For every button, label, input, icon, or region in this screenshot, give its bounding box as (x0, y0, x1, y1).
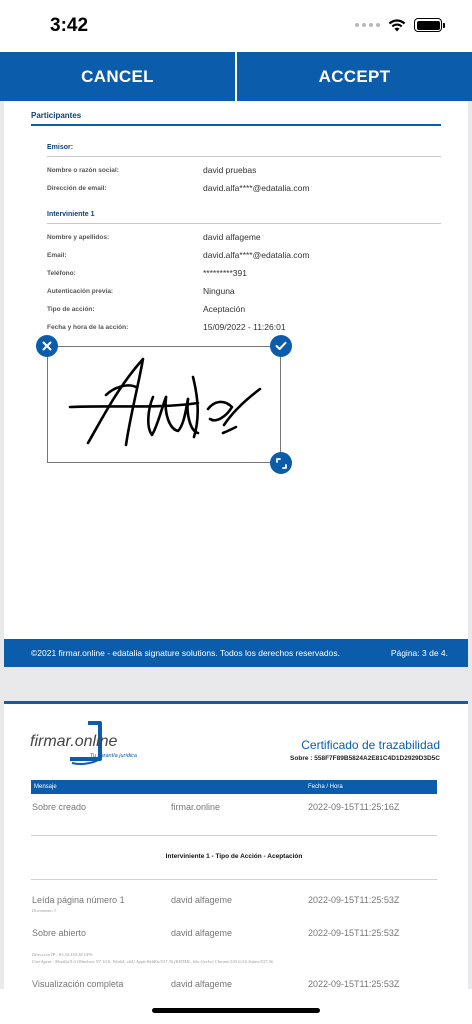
resize-signature-handle[interactable] (270, 452, 292, 474)
event-note: Documento 1 (32, 908, 57, 913)
field-value: david.alfa****@edatalia.com (203, 183, 310, 193)
participants-heading: Participantes (31, 111, 441, 126)
interviniente-auth-row: Autenticación previa: Ninguna (47, 286, 441, 296)
copyright-text: ©2021 firmar.online - edatalia signature… (31, 648, 340, 658)
field-label: Dirección de email: (47, 184, 107, 192)
signature-box[interactable] (47, 346, 281, 463)
document-page-3: Participantes Emisor: Nombre o razón soc… (4, 101, 468, 667)
signature-drawing (68, 357, 262, 447)
field-label: Email: (47, 251, 67, 259)
logo-tagline: Tu garantía jurídica (90, 753, 137, 759)
close-icon (42, 341, 52, 351)
column-header-message: Mensaje (34, 784, 57, 790)
event-message: Leída página número 1 (32, 895, 125, 905)
event-datetime: 2022-09-15T11:25:53Z (308, 928, 400, 938)
field-value: Aceptación (203, 304, 246, 314)
interviniente-action-type-row: Tipo de acción: Aceptación (47, 304, 441, 314)
checkmark-icon (275, 341, 287, 350)
event-actor: david alfageme (171, 979, 233, 989)
interviniente-phone-row: Teléfono: *********391 (47, 268, 441, 278)
field-value: 15/09/2022 - 11:26:01 (203, 322, 286, 332)
event-message: Sobre abierto (32, 928, 87, 938)
home-indicator-area (0, 989, 472, 1024)
page-footer: ©2021 firmar.online - edatalia signature… (4, 639, 468, 667)
field-label: Nombre o razón social: (47, 166, 119, 174)
field-label: Nombre y apellidos: (47, 233, 110, 241)
interviniente-name-row: Nombre y apellidos: david alfageme (47, 232, 441, 242)
field-value: *********391 (203, 268, 247, 278)
event-datetime: 2022-09-15T11:25:53Z (308, 979, 400, 989)
event-message: Sobre creado (32, 802, 87, 812)
event-actor: david alfageme (171, 928, 233, 938)
status-clock: 3:42 (50, 15, 89, 36)
event-message: Visualización completa (32, 979, 124, 989)
event-datetime: 2022-09-15T11:25:53Z (308, 895, 400, 905)
envelope-id: Sobre : 558F7F89B5824A2E81C4D1D2929D3D5C (290, 755, 440, 762)
status-bar: 3:42 (0, 0, 472, 52)
interviniente-heading: Interviniente 1 (47, 211, 441, 224)
remove-signature-button[interactable] (36, 335, 58, 357)
field-value: Ninguna (203, 286, 235, 296)
field-label: Autenticación previa: (47, 287, 114, 295)
wifi-icon (388, 18, 406, 31)
logo-text: firmar.online (30, 733, 118, 750)
row-separator (31, 879, 437, 880)
field-label: Teléfono: (47, 269, 76, 277)
emisor-email-row: Dirección de email: david.alfa****@edata… (47, 183, 441, 193)
field-label: Tipo de acción: (47, 305, 95, 313)
column-header-datetime: Fecha / Hora (308, 784, 343, 790)
accept-button[interactable]: ACCEPT (237, 52, 472, 101)
page-number: Página: 3 de 4. (390, 648, 448, 658)
home-indicator[interactable] (152, 1008, 320, 1013)
event-note: UserAgent : Mozilla/5.0 (Windows NT 10.0… (32, 959, 273, 964)
document-page-4: firmar.online Tu garantía jurídica Certi… (4, 701, 468, 989)
event-actor: firmar.online (171, 802, 221, 812)
field-value: david.alfa****@edatalia.com (203, 250, 310, 260)
certificate-title: Certificado de trazabilidad (301, 738, 440, 752)
interviniente-datetime-row: Fecha y hora de la acción: 15/09/2022 - … (47, 322, 441, 332)
cancel-button[interactable]: CANCEL (0, 52, 235, 101)
status-icons (355, 18, 445, 32)
event-datetime: 2022-09-15T11:25:16Z (308, 802, 400, 812)
firmar-online-logo: firmar.online Tu garantía jurídica (30, 717, 146, 772)
group-heading: Interviniente 1 - Tipo de Acción - Acept… (165, 853, 303, 860)
page-top-rule (4, 701, 468, 704)
field-label: Fecha y hora de la acción: (47, 323, 129, 331)
event-actor: david alfageme (171, 895, 233, 905)
cellular-signal-icon (355, 23, 380, 27)
trace-table-header: Mensaje Fecha / Hora (31, 780, 437, 794)
confirm-signature-button[interactable] (270, 335, 292, 357)
interviniente-email-row: Email: david.alfa****@edatalia.com (47, 250, 441, 260)
action-bar: CANCEL ACCEPT (0, 52, 472, 101)
document-viewer[interactable]: Participantes Emisor: Nombre o razón soc… (0, 101, 472, 989)
battery-icon (414, 18, 445, 32)
row-separator (31, 835, 437, 836)
emisor-name-row: Nombre o razón social: david pruebas (47, 165, 441, 175)
resize-icon (275, 457, 287, 469)
event-note: Dirección IP : 83.54.154.18 GPS: (32, 952, 94, 957)
emisor-heading: Emisor: (47, 144, 441, 157)
field-value: david alfageme (203, 232, 261, 242)
field-value: david pruebas (203, 165, 257, 175)
